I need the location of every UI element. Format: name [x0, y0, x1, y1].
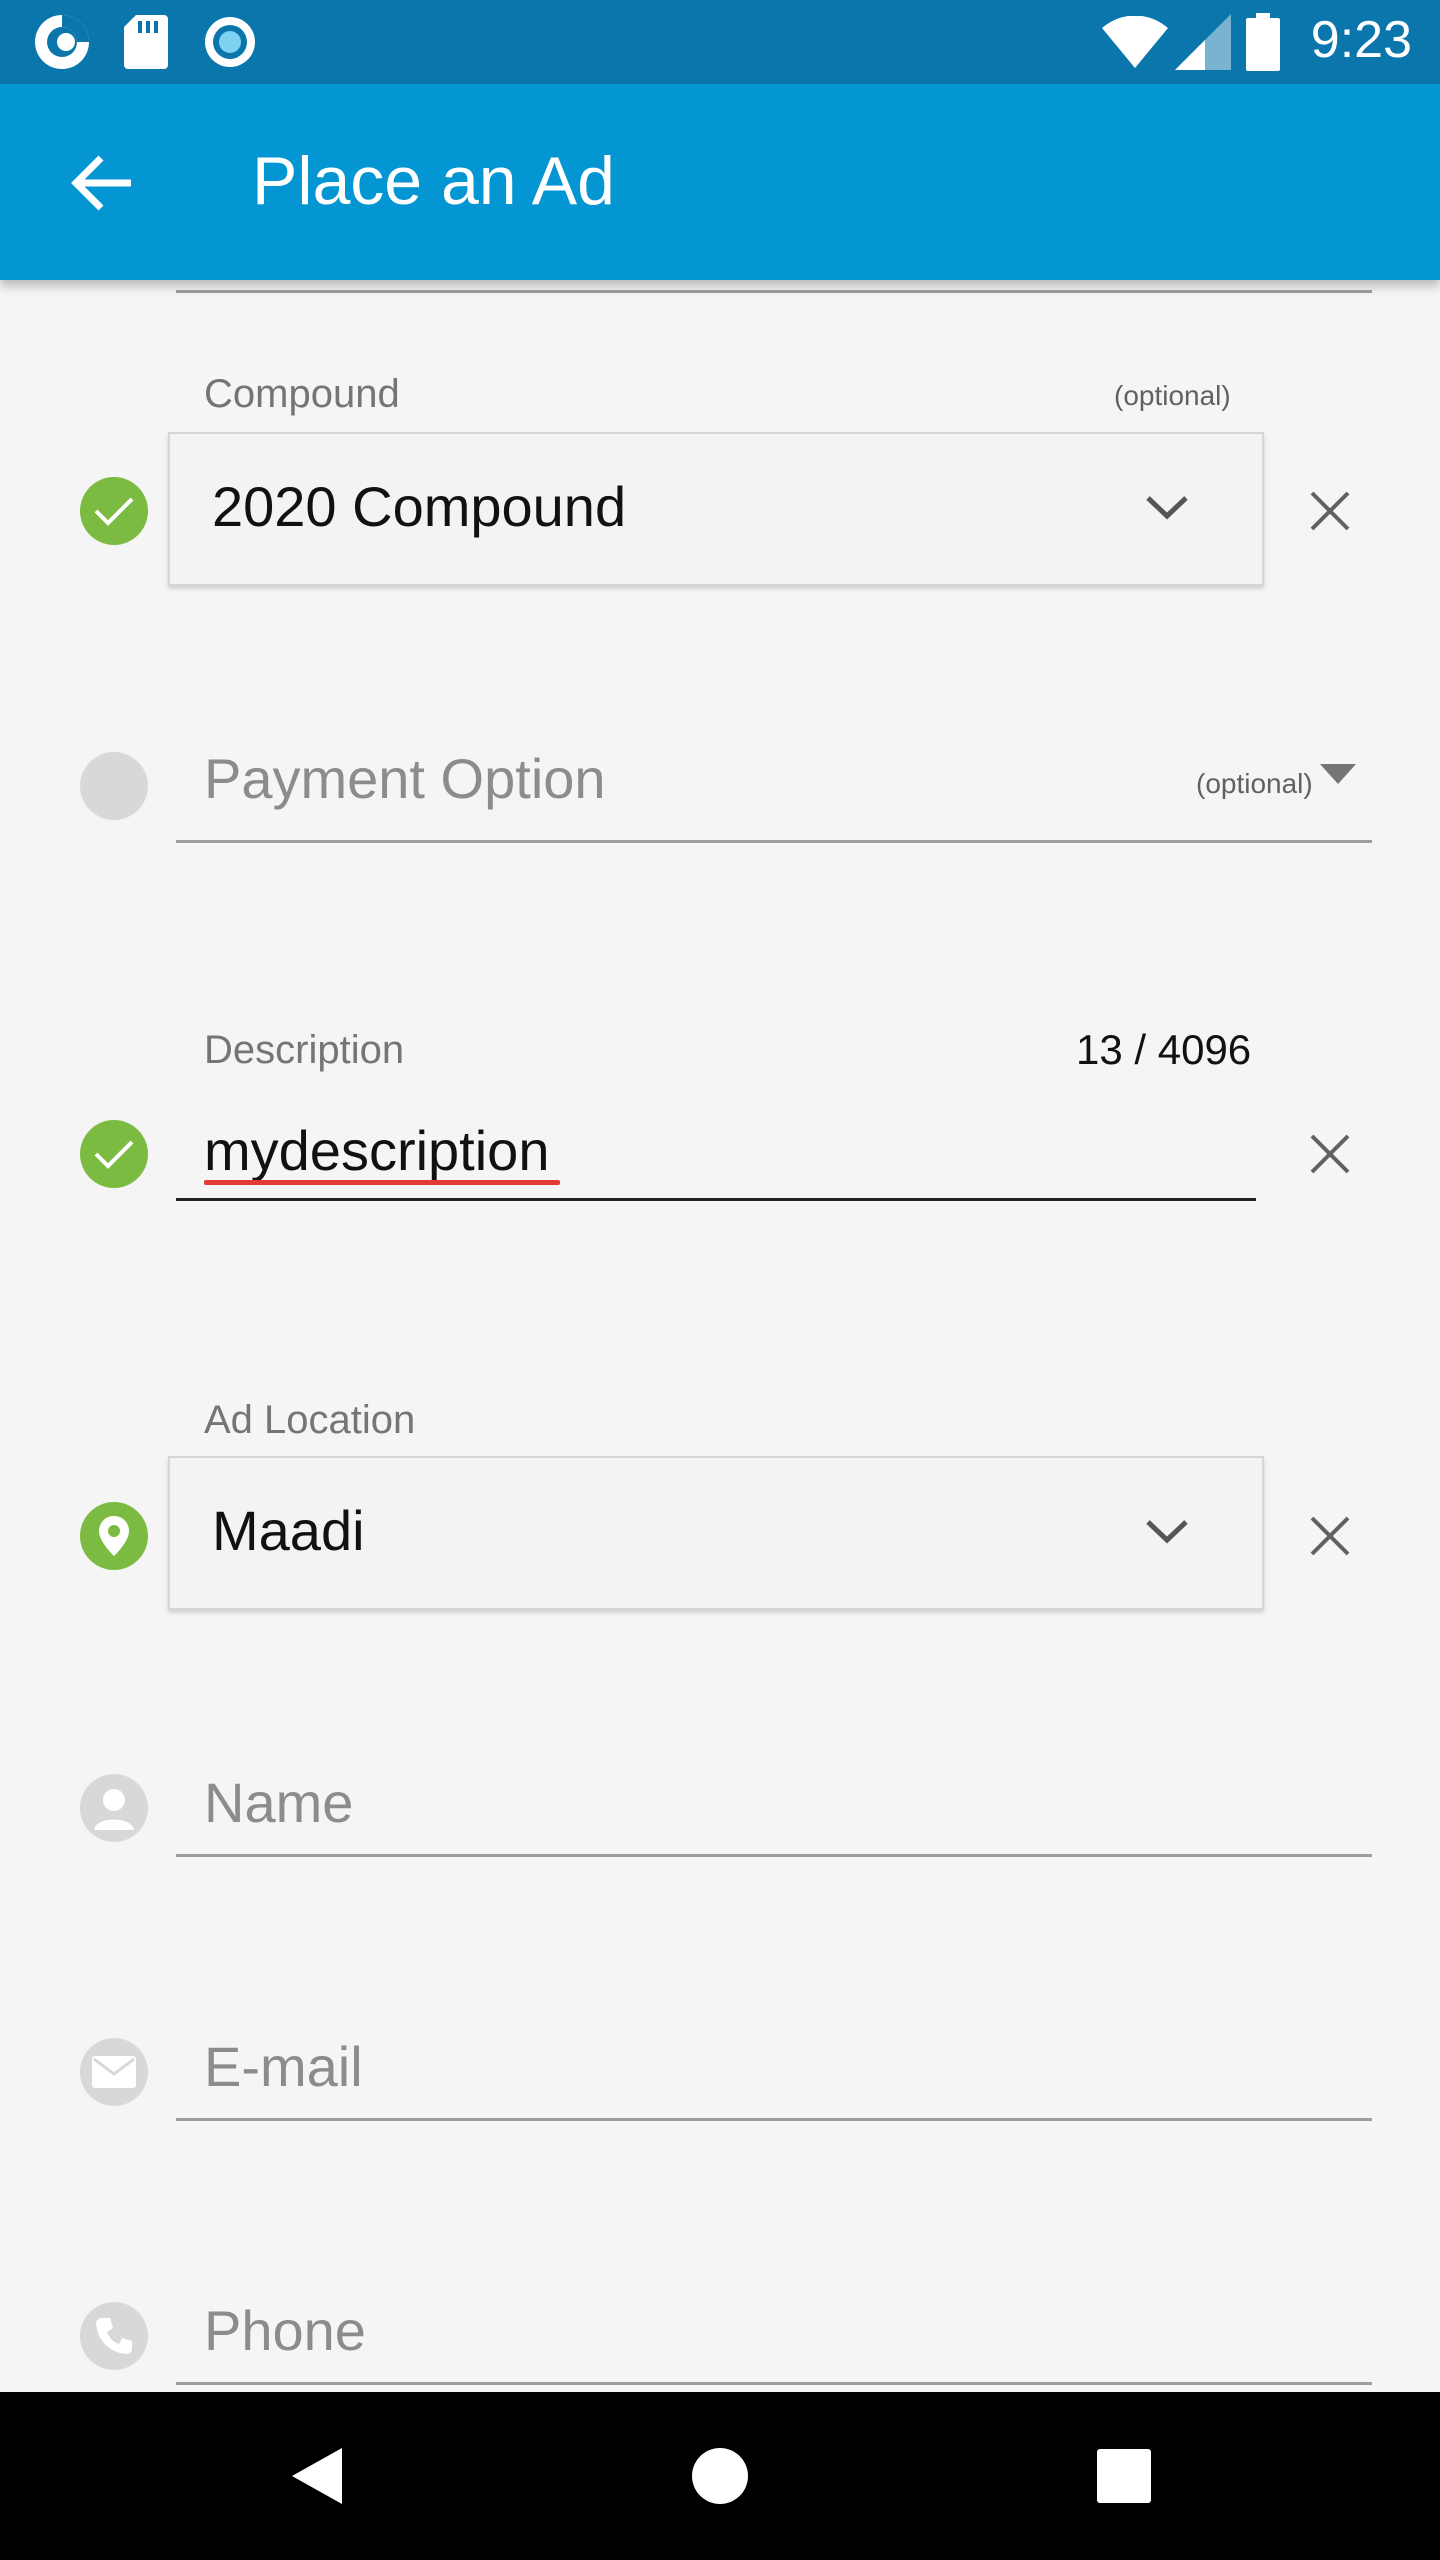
description-input[interactable]: mydescription [204, 1118, 549, 1183]
spellcheck-underline [204, 1180, 560, 1185]
description-underline [176, 1198, 1256, 1201]
chevron-down-icon [1146, 496, 1188, 520]
compound-valid-icon [80, 477, 148, 545]
ad-location-label: Ad Location [204, 1398, 416, 1442]
close-icon [1310, 491, 1350, 531]
nav-home-icon [692, 2448, 748, 2504]
description-label: Description [204, 1028, 405, 1072]
payment-option-placeholder[interactable]: Payment Option [204, 746, 606, 811]
email-underline [176, 2118, 1372, 2121]
page-title: Place an Ad [252, 143, 615, 219]
dropdown-arrow-icon[interactable] [1320, 764, 1356, 784]
status-bar: 9:23 [0, 0, 1440, 84]
compound-value: 2020 Compound [212, 475, 627, 538]
description-valid-icon [80, 1120, 148, 1188]
location-pin-icon [80, 1502, 148, 1570]
chevron-down-icon [1146, 1520, 1188, 1544]
ad-location-value: Maadi [212, 1499, 365, 1562]
description-clear-button[interactable] [1296, 1120, 1364, 1188]
sync-app-icon [30, 12, 94, 72]
description-char-counter: 13 / 4096 [1076, 1026, 1252, 1073]
payment-status-icon [80, 752, 148, 820]
status-time: 9:23 [1310, 11, 1412, 69]
ad-location-dropdown[interactable]: Maadi [168, 1456, 1264, 1610]
compound-label: Compound [204, 372, 400, 416]
close-icon [1310, 1134, 1350, 1174]
system-nav-bar [0, 2392, 1440, 2560]
nav-recents-button[interactable] [1074, 2426, 1174, 2526]
compound-dropdown[interactable]: 2020 Compound [168, 432, 1264, 586]
arrow-back-icon [71, 155, 131, 211]
battery-icon [1238, 12, 1288, 72]
person-icon [80, 1774, 148, 1842]
phone-underline [176, 2382, 1372, 2385]
email-input[interactable]: E-mail [204, 2034, 363, 2099]
compound-clear-button[interactable] [1296, 477, 1364, 545]
nav-home-button[interactable] [670, 2426, 770, 2526]
compound-optional-label: (optional) [1114, 380, 1231, 411]
app-bar: Place an Ad [0, 84, 1440, 280]
circle-record-icon [198, 12, 262, 72]
payment-option-underline [176, 840, 1372, 843]
phone-icon [80, 2302, 148, 2370]
ad-location-clear-button[interactable] [1296, 1502, 1364, 1570]
wifi-icon [1100, 12, 1170, 72]
nav-back-button[interactable] [266, 2426, 366, 2526]
payment-optional-label: (optional) [1196, 768, 1313, 799]
sd-card-icon [114, 12, 178, 72]
name-input[interactable]: Name [204, 1770, 353, 1835]
name-underline [176, 1854, 1372, 1857]
close-icon [1310, 1516, 1350, 1556]
back-button[interactable] [48, 128, 158, 238]
phone-input[interactable]: Phone [204, 2298, 366, 2363]
nav-recents-icon [1097, 2449, 1151, 2503]
cell-signal-icon [1172, 12, 1234, 72]
previous-field-underline [176, 290, 1372, 293]
nav-back-icon [292, 2448, 342, 2504]
email-icon [80, 2038, 148, 2106]
form-scroll-area[interactable]: Compound (optional) 2020 Compound Paymen… [0, 280, 1440, 2392]
